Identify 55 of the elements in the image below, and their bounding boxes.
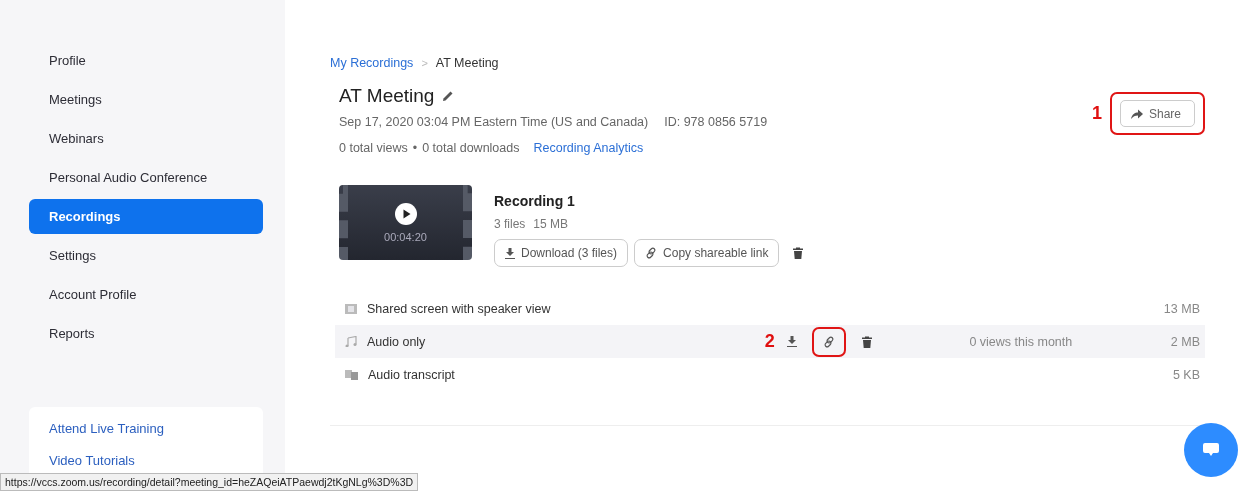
chat-button[interactable] <box>1184 423 1238 477</box>
file-size: 2 MB <box>1170 334 1200 349</box>
file-size: 13 MB <box>1163 301 1200 316</box>
edit-pencil-icon[interactable] <box>442 90 455 102</box>
file-row[interactable]: Audio only 2 0 views this month 2 MB <box>335 325 1205 358</box>
trash-icon[interactable] <box>861 335 872 348</box>
analytics-link[interactable]: Recording Analytics <box>533 141 644 155</box>
breadcrumb-link[interactable]: My Recordings <box>330 56 414 70</box>
sidebar-item[interactable]: Profile <box>29 43 263 78</box>
sidebar-item[interactable]: Webinars <box>29 121 263 156</box>
video-duration: 00:04:20 <box>384 230 427 243</box>
meeting-title: AT Meeting <box>339 85 435 107</box>
help-link[interactable]: Video Tutorials <box>49 453 243 468</box>
views-this-month: 0 views this month <box>968 334 1074 349</box>
breadcrumb-separator: > <box>421 57 428 69</box>
file-row[interactable]: Audio transcript 5 KB <box>335 358 1205 391</box>
share-button[interactable]: Share <box>1119 100 1195 127</box>
sidebar-item[interactable]: Personal Audio Conference <box>29 160 263 195</box>
recording-title: Recording 1 <box>494 193 576 209</box>
link-icon <box>645 247 658 259</box>
play-icon[interactable] <box>394 202 417 225</box>
downloads-count: 0 total downloads <box>422 141 520 155</box>
file-name: Audio only <box>367 334 427 349</box>
status-bar-url: https://vccs.zoom.us/recording/detail?meeting_id=heZAQeiATPaewdj2tKgNLg%3D%3D <box>0 473 419 491</box>
music-note-icon <box>345 336 357 347</box>
file-name: Audio transcript <box>368 367 456 382</box>
sidebar-item[interactable]: Recordings <box>29 199 263 234</box>
chat-bubble-icon <box>1203 443 1219 457</box>
meeting-id: ID: 978 0856 5719 <box>664 115 768 129</box>
sidebar-item[interactable]: Meetings <box>29 82 263 117</box>
recording-size: 15 MB <box>533 217 569 231</box>
download-icon <box>505 247 515 259</box>
download-icon[interactable] <box>786 336 797 347</box>
separator-dot: • <box>412 141 418 155</box>
trash-icon[interactable] <box>793 247 804 259</box>
callout-number: 2 <box>764 331 775 352</box>
sidebar-item[interactable]: Account Profile <box>29 277 263 312</box>
download-button[interactable]: Download (3 files) <box>494 239 629 267</box>
breadcrumb-current: AT Meeting <box>435 56 499 70</box>
meeting-date: Sep 17, 2020 03:04 PM Eastern Time (US and Canada) <box>339 115 649 129</box>
file-size: 5 KB <box>1172 367 1200 382</box>
share-arrow-icon <box>1130 108 1143 119</box>
video-thumbnail[interactable]: 00:04:20 <box>339 185 472 260</box>
transcript-icon <box>345 369 358 380</box>
callout-number: 1 <box>1091 103 1102 124</box>
sidebar-item[interactable]: Settings <box>29 238 263 273</box>
video-file-icon <box>345 303 357 314</box>
file-name: Shared screen with speaker view <box>367 301 552 316</box>
views-count: 0 total views <box>339 141 408 155</box>
copy-link-button[interactable]: Copy shareable link <box>634 239 780 267</box>
help-link[interactable]: Attend Live Training <box>49 421 243 436</box>
link-icon[interactable] <box>822 335 835 348</box>
file-row[interactable]: Shared screen with speaker view 13 MB <box>335 292 1205 325</box>
files-count: 3 files <box>494 217 526 231</box>
sidebar-item[interactable]: Reports <box>29 316 263 351</box>
